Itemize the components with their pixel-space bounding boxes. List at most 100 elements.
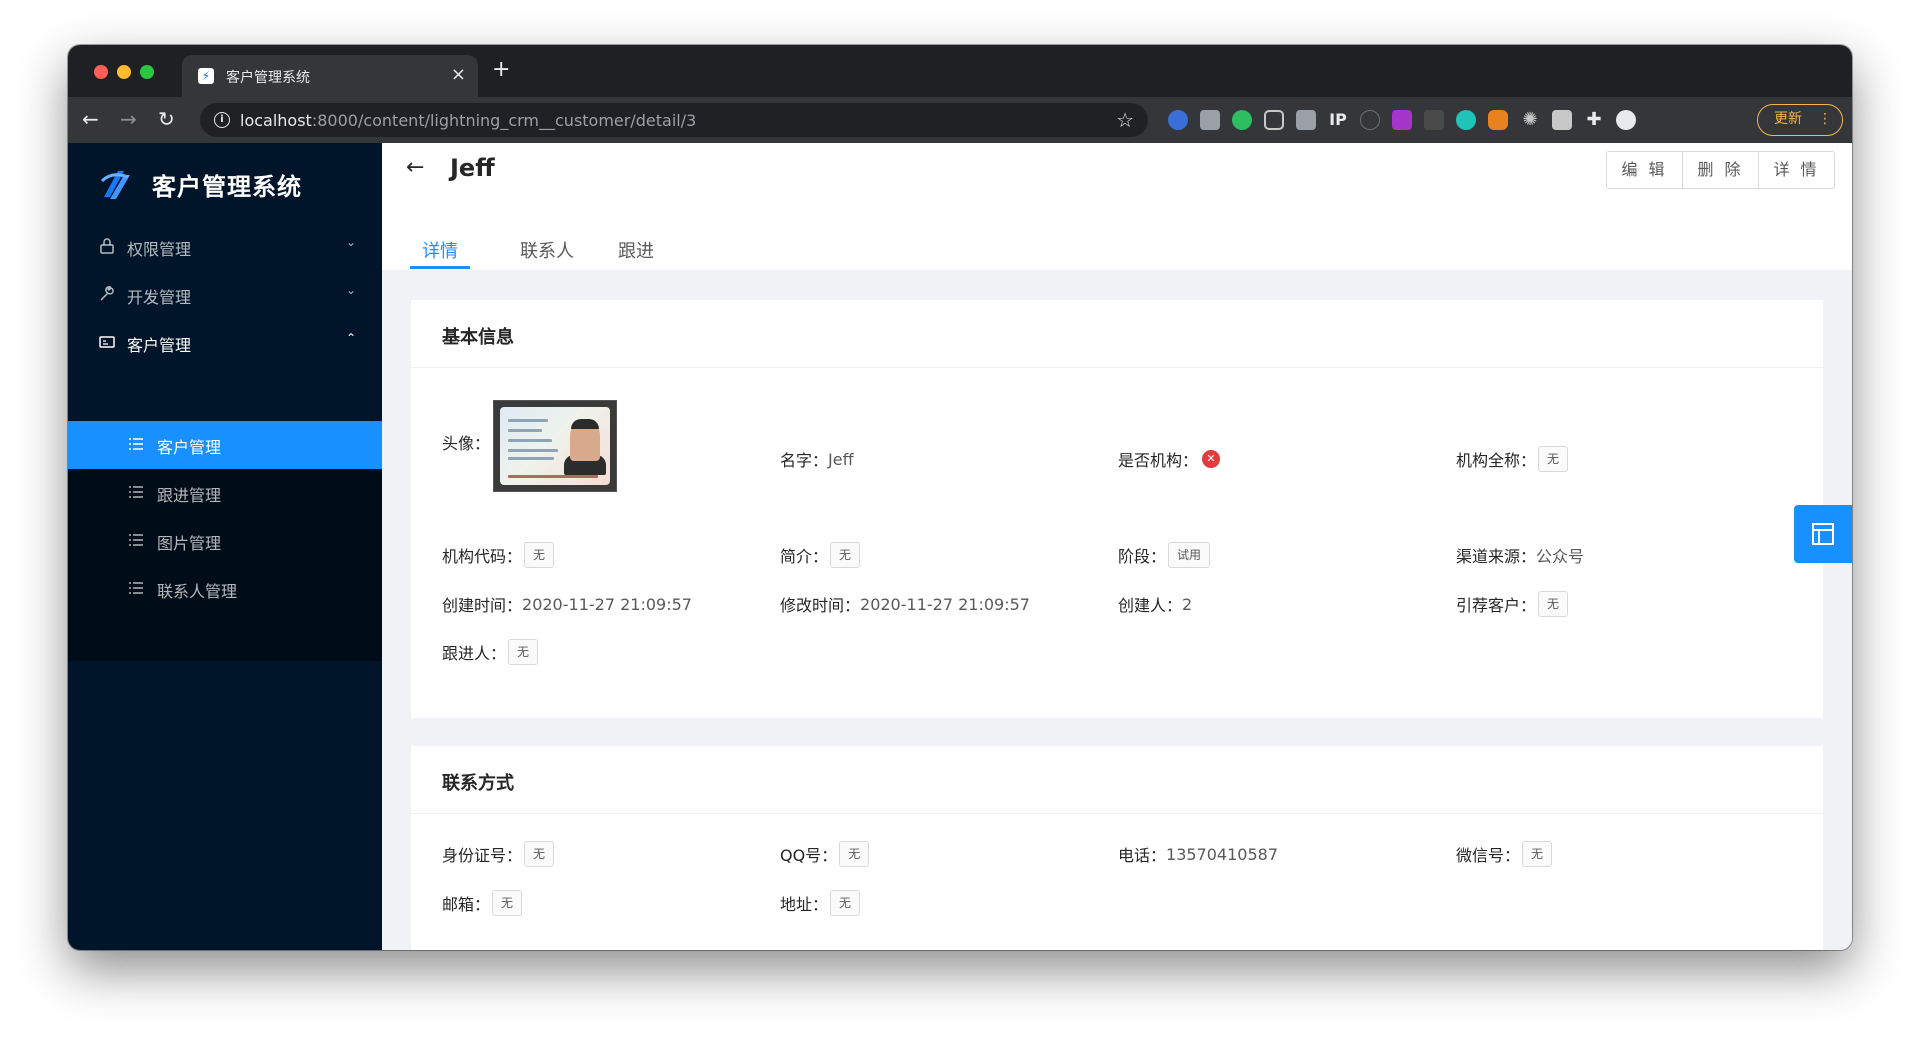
submenu-customer: 客户管理 跟进管理 图片管理 联系人管理: [68, 421, 382, 661]
list-icon: [129, 438, 143, 450]
bookmark-star-icon[interactable]: ☆: [1116, 108, 1134, 132]
update-button[interactable]: 更新 ⋮: [1757, 104, 1843, 136]
empty-tag: 无: [508, 639, 539, 665]
browser-window: ⚡ 客户管理系统 × + ← → ↻ i localhost:8000/cont…: [68, 45, 1852, 950]
chat-extension-icon[interactable]: [1456, 110, 1476, 130]
mail-extension-icon[interactable]: [1200, 110, 1220, 130]
address-field: 地址：无: [780, 889, 861, 917]
info-extension-icon[interactable]: [1360, 110, 1380, 130]
modified-time-value: 2020-11-27 21:09:57: [860, 594, 1030, 614]
list-icon: [129, 486, 143, 498]
browser-tab[interactable]: ⚡ 客户管理系统 ×: [182, 55, 478, 97]
phone-value: 13570410587: [1166, 844, 1278, 864]
gear-extension-icon[interactable]: ✺: [1520, 110, 1540, 130]
url-text[interactable]: localhost:8000/content/lightning_crm__cu…: [240, 111, 696, 130]
reload-icon[interactable]: ↻: [158, 107, 175, 131]
id-card-photo: [500, 407, 610, 485]
stage-field: 阶段： 试用: [1118, 541, 1211, 569]
favicon-icon: ⚡: [198, 68, 214, 84]
stage-tag: 试用: [1168, 542, 1211, 568]
main-content: ← Jeff 编 辑 删 除 详 情 详情 联系人 跟进 基本信息 头像： 名字…: [382, 143, 1852, 950]
card-header: 基本信息: [411, 300, 1823, 368]
submenu-item-customer[interactable]: 客户管理: [68, 421, 382, 469]
back-arrow-icon[interactable]: ←: [406, 155, 424, 180]
alert-extension-icon[interactable]: [1552, 110, 1572, 130]
submenu-item-followup[interactable]: 跟进管理: [68, 469, 382, 517]
maximize-window-button[interactable]: [140, 65, 154, 79]
org-fullname-field: 机构全称：无: [1456, 445, 1569, 473]
email-field: 邮箱：无: [442, 889, 523, 917]
qr-extension-icon[interactable]: [1296, 110, 1316, 130]
empty-tag: 无: [839, 841, 870, 867]
app-root: 客户管理系统 权限管理 ⌄ 开发管理 ⌄ 客户管理 ⌃ 客户管理 跟进管理 图片…: [68, 143, 1852, 950]
empty-tag: 无: [524, 542, 555, 568]
wechat-field: 微信号：无: [1456, 840, 1553, 868]
close-tab-icon[interactable]: ×: [451, 64, 466, 85]
follower-field: 跟进人：无: [442, 638, 539, 666]
menu-development[interactable]: 开发管理 ⌄: [68, 271, 382, 319]
layout-panel-button[interactable]: [1794, 505, 1852, 563]
tab-ink-bar: [410, 266, 470, 269]
new-tab-icon[interactable]: +: [492, 57, 510, 82]
contact-info-card: 联系方式 身份证号：无 QQ号：无 电话： 13570410587 微信号：无 邮…: [411, 746, 1823, 950]
extension-icon[interactable]: [1168, 110, 1188, 130]
delete-button[interactable]: 删 除: [1682, 151, 1759, 189]
tab-title: 客户管理系统: [226, 70, 310, 86]
forward-arrow-icon[interactable]: →: [120, 107, 137, 131]
basic-info-card: 基本信息 头像： 名字： Jeff 是否机构： ✕ 机构全称： 无 机构代码： …: [411, 300, 1823, 718]
created-time-value: 2020-11-27 21:09:57: [522, 594, 692, 614]
empty-tag: 无: [492, 890, 523, 916]
page-title: Jeff: [450, 154, 495, 182]
minimize-window-button[interactable]: [117, 65, 131, 79]
evernote-extension-icon[interactable]: [1232, 110, 1252, 130]
chevron-down-icon: ⌄: [345, 283, 356, 297]
back-arrow-icon[interactable]: ←: [82, 107, 99, 131]
created-time-field: 创建时间： 2020-11-27 21:09:57: [442, 594, 692, 616]
is-org-field: 是否机构： ✕: [1118, 445, 1221, 473]
detail-button[interactable]: 详 情: [1758, 151, 1835, 189]
tab-detail[interactable]: 详情: [422, 237, 458, 263]
rp-extension-icon[interactable]: [1392, 110, 1412, 130]
card-header: 联系方式: [411, 746, 1823, 814]
qq-field: QQ号：无: [780, 840, 870, 868]
browser-toolbar: ← → ↻ i localhost:8000/content/lightning…: [68, 97, 1852, 143]
profile-avatar[interactable]: [1616, 110, 1636, 130]
modified-time-field: 修改时间： 2020-11-27 21:09:57: [780, 594, 1030, 616]
empty-tag: 无: [524, 841, 555, 867]
empty-tag: 无: [830, 542, 861, 568]
tab-followup[interactable]: 跟进: [618, 237, 654, 263]
list-icon: [129, 534, 143, 546]
card-title: 基本信息: [442, 327, 514, 348]
metamask-extension-icon[interactable]: [1488, 110, 1508, 130]
site-info-icon[interactable]: i: [214, 112, 230, 128]
list-icon: [129, 582, 143, 594]
menu-permission[interactable]: 权限管理 ⌄: [68, 223, 382, 271]
submenu-item-images[interactable]: 图片管理: [68, 517, 382, 565]
ninja-extension-icon[interactable]: [1424, 110, 1444, 130]
creator-field: 创建人： 2: [1118, 594, 1193, 616]
avatar-image[interactable]: [493, 400, 617, 492]
menu-customer[interactable]: 客户管理 ⌃: [68, 319, 382, 367]
idcard-field: 身份证号：无: [442, 840, 555, 868]
intro-field: 简介：无: [780, 541, 861, 569]
referrer-field: 引荐客户：无: [1456, 590, 1569, 618]
edit-button[interactable]: 编 辑: [1606, 151, 1683, 189]
sidebar: 客户管理系统 权限管理 ⌄ 开发管理 ⌄ 客户管理 ⌃ 客户管理 跟进管理 图片…: [68, 143, 382, 950]
browser-tabbar: ⚡ 客户管理系统 × +: [68, 45, 1852, 97]
empty-tag: 无: [1538, 591, 1569, 617]
logo-icon: [100, 171, 130, 199]
close-window-button[interactable]: [94, 65, 108, 79]
creator-value: 2: [1182, 594, 1193, 614]
pocket-extension-icon[interactable]: [1264, 110, 1284, 130]
idcard-icon: [99, 336, 115, 348]
submenu-item-contacts[interactable]: 联系人管理: [68, 565, 382, 613]
ip-extension-icon[interactable]: IP: [1328, 110, 1348, 130]
puzzle-extensions-icon[interactable]: ✚: [1584, 110, 1604, 130]
empty-tag: 无: [1522, 841, 1553, 867]
app-title: 客户管理系统: [152, 173, 302, 201]
address-bar[interactable]: i localhost:8000/content/lightning_crm__…: [200, 103, 1148, 137]
layout-icon: [1812, 523, 1834, 545]
page-header: ← Jeff 编 辑 删 除 详 情 详情 联系人 跟进: [382, 143, 1852, 270]
org-code-field: 机构代码：无: [442, 541, 555, 569]
tab-contacts[interactable]: 联系人: [520, 237, 574, 263]
